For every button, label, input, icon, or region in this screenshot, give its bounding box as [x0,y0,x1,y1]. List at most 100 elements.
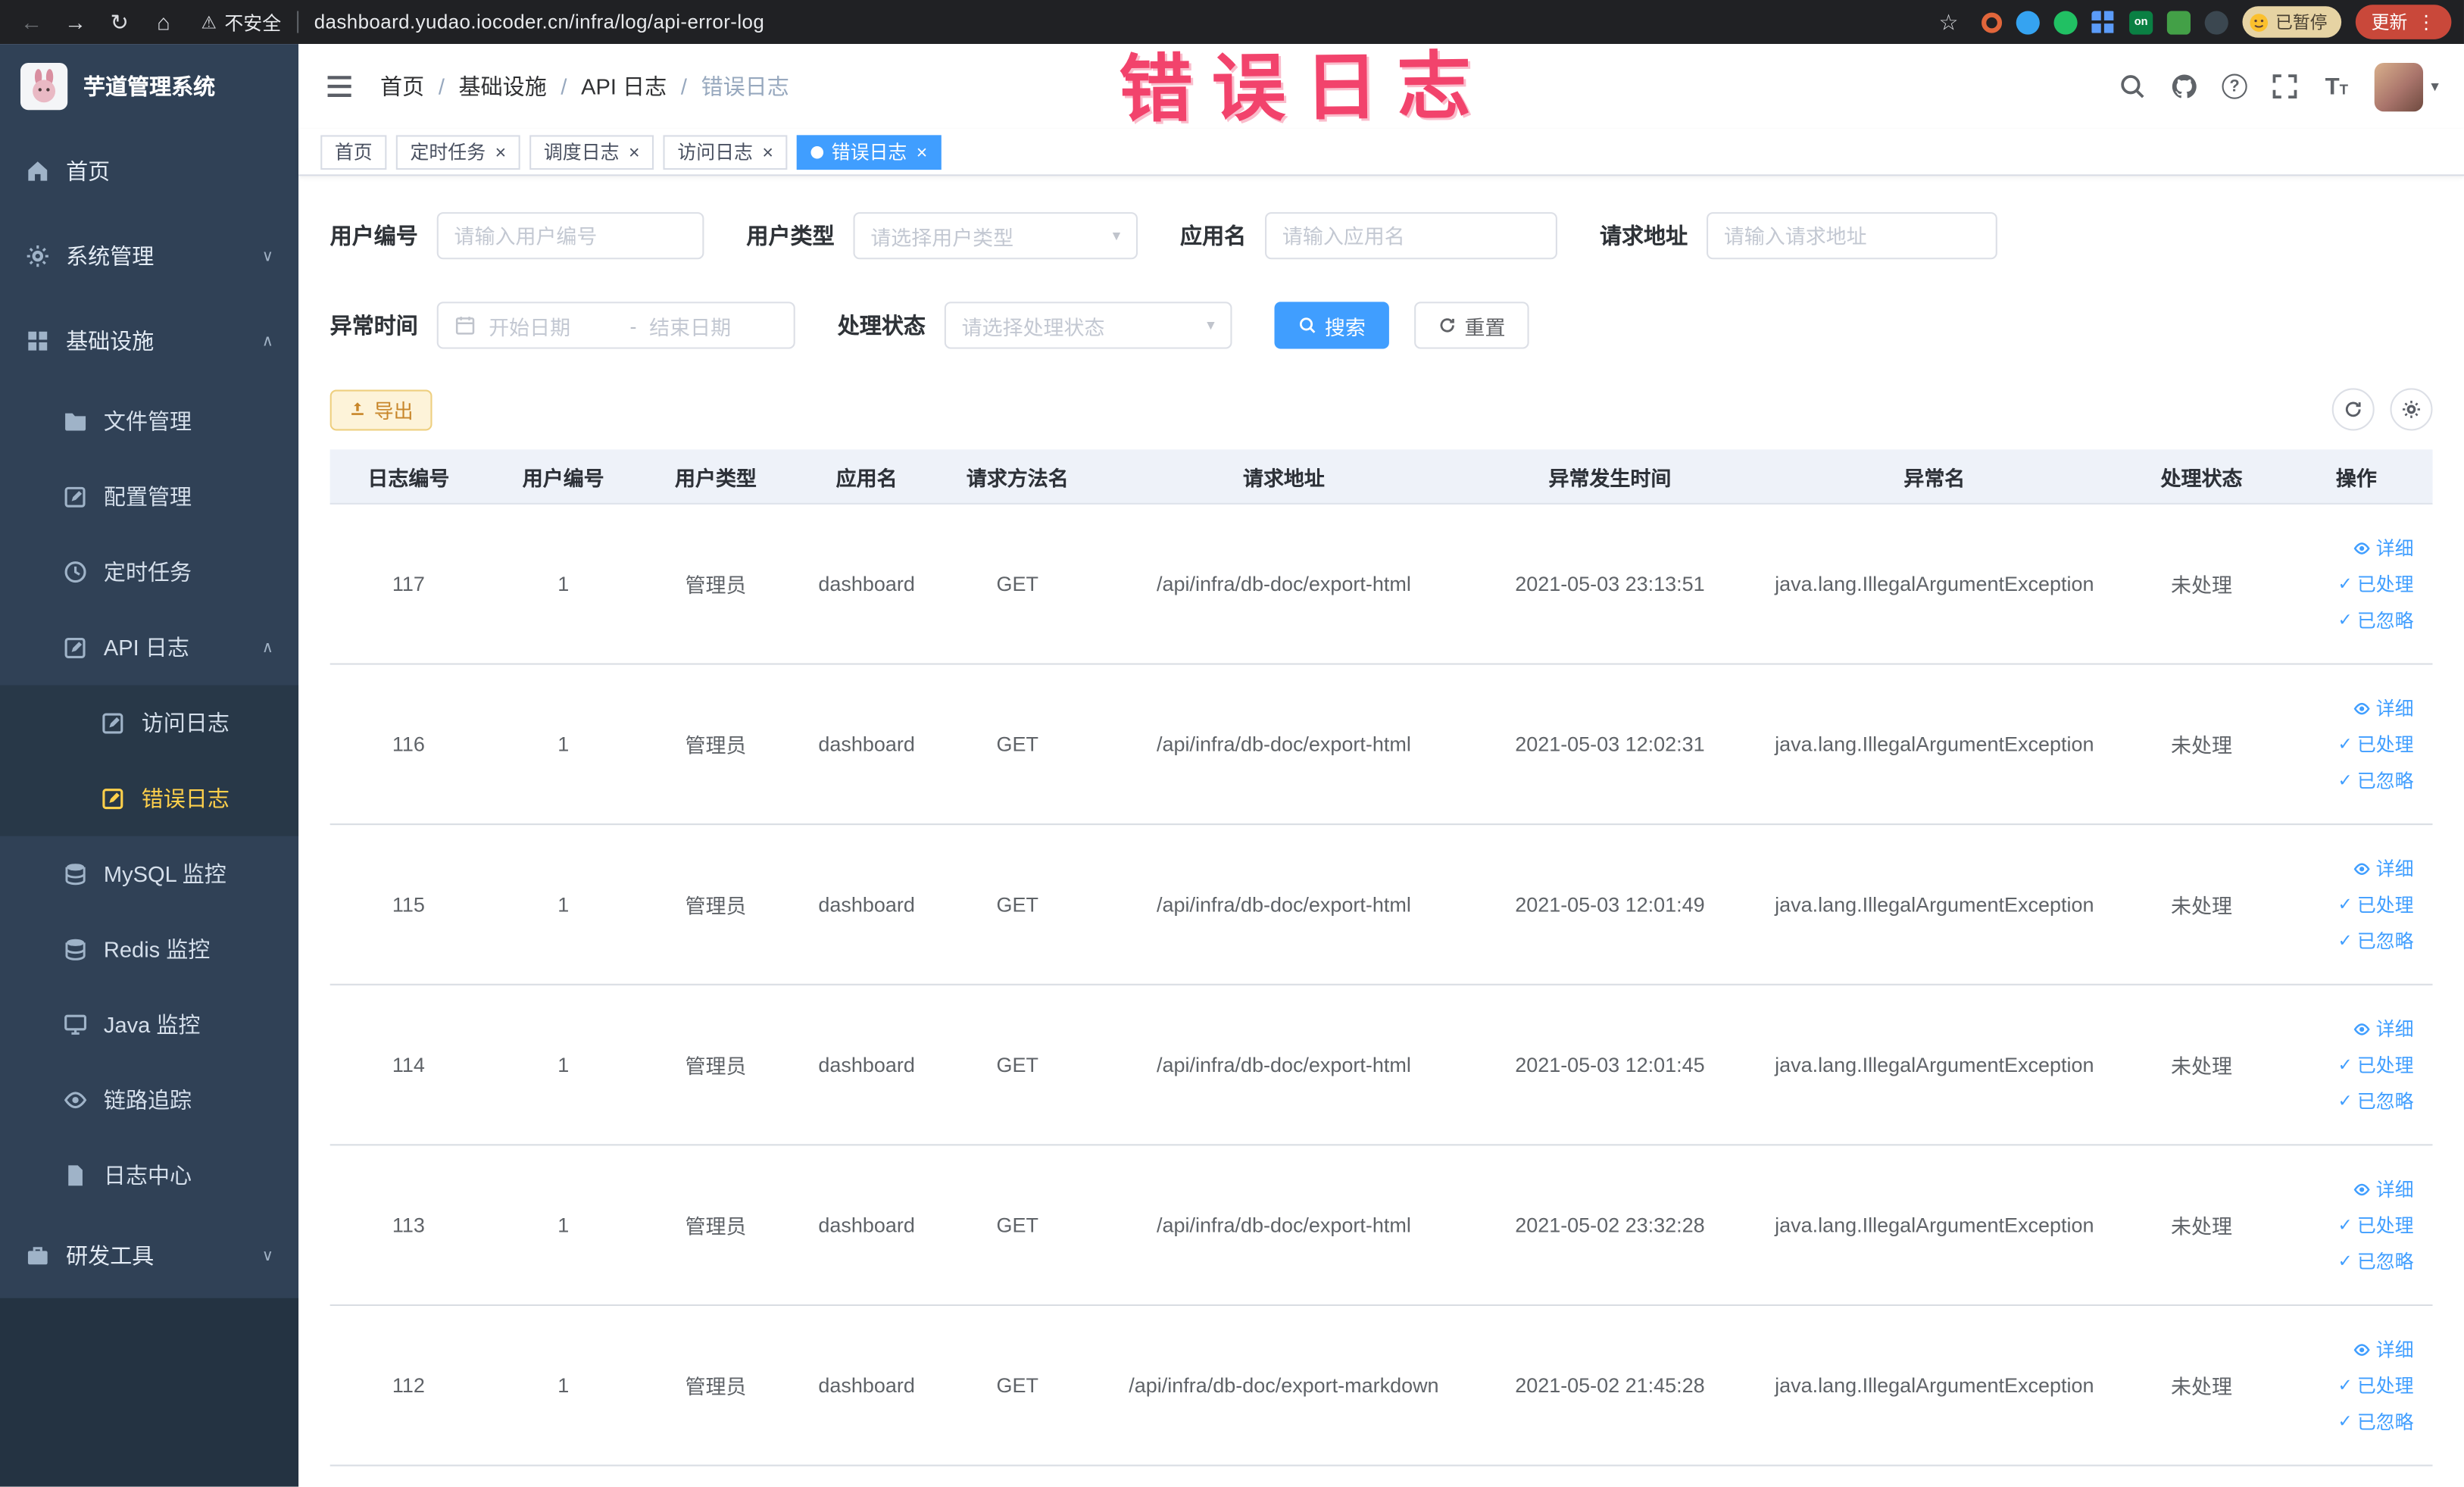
user-id-input[interactable] [436,212,704,260]
mark-ignored-link[interactable]: ✓ 已忽略 [2338,1248,2414,1274]
mark-ignored-link[interactable]: ✓ 已忽略 [2338,1088,2414,1114]
user-menu[interactable]: ▾ [2374,61,2439,111]
rabbit-logo-icon [20,62,68,111]
briefcase-icon [25,1243,50,1268]
tab-error-log[interactable]: 错误日志 × [797,134,942,170]
eye-icon [2353,859,2372,878]
sidebar-item-file-management[interactable]: 文件管理 [0,383,298,459]
sidebar-item-redis-monitor[interactable]: Redis 监控 [0,911,298,987]
column-header: 请求地址 [1242,466,1325,490]
sidebar-item-system-management[interactable]: 系统管理 ∨ [0,214,298,298]
extension-blue-drop-icon[interactable] [2016,10,2040,34]
reset-button[interactable]: 重置 [1414,301,1529,349]
sidebar-item-error-log[interactable]: 错误日志 [0,761,299,836]
chevron-up-icon: ∧ [261,639,273,657]
browser-update-button[interactable]: 更新 ⋮ [2355,5,2452,39]
font-size-icon[interactable] [2322,72,2350,100]
cell-exception: java.lang.IllegalArgumentException [1775,1052,2094,1077]
close-icon[interactable]: × [629,142,640,161]
help-icon[interactable] [2222,73,2247,99]
mark-ignored-link[interactable]: ✓ 已忽略 [2338,1408,2414,1435]
browser-menu-icon[interactable]: ⋮ [2417,11,2436,33]
detail-link[interactable]: 详细 [2353,534,2414,561]
extension-green-circle-icon[interactable] [2053,10,2078,34]
search-button[interactable]: 搜索 [1274,301,1389,349]
browser-home-icon[interactable]: ⌂ [145,3,183,41]
breadcrumb-item[interactable]: 基础设施 [459,70,547,102]
sidebar-item-api-logs[interactable]: API 日志 ∧ [0,610,298,686]
detail-link[interactable]: 详细 [2353,1015,2414,1042]
search-icon[interactable] [2118,72,2146,100]
paused-extension-badge[interactable]: 已暂停 [2242,6,2342,38]
mark-processed-link[interactable]: ✓ 已处理 [2338,731,2414,758]
detail-link[interactable]: 详细 [2353,1335,2414,1362]
tab-scheduled-tasks[interactable]: 定时任务 × [395,134,520,170]
security-warning-icon: ⚠ [201,13,217,33]
sidebar-item-infrastructure[interactable]: 基础设施 ∧ [0,298,298,383]
mark-ignored-link[interactable]: ✓ 已忽略 [2338,927,2414,954]
app-name-input[interactable] [1265,212,1557,260]
sidebar-item-scheduled-tasks[interactable]: 定时任务 [0,534,298,610]
mark-processed-link[interactable]: ✓ 已处理 [2338,570,2414,597]
mark-processed-link[interactable]: ✓ 已处理 [2338,1372,2414,1398]
bookmark-star-icon[interactable]: ☆ [1930,3,1968,41]
column-header: 应用名 [835,466,898,490]
sidebar-item-access-log[interactable]: 访问日志 [0,685,299,761]
extension-blue-grid-icon[interactable] [2091,10,2116,34]
mark-processed-link[interactable]: ✓ 已处理 [2338,891,2414,917]
process-status-select[interactable]: 请选择处理状态 ▾ [944,301,1232,349]
request-url-input[interactable] [1707,212,1997,260]
sidebar-item-config-management[interactable]: 配置管理 [0,459,298,535]
check-icon: ✓ [2338,1216,2353,1236]
mark-ignored-link[interactable]: ✓ 已忽略 [2338,607,2414,633]
sidebar-item-home[interactable]: 首页 [0,129,298,214]
update-label: 更新 [2371,14,2408,33]
sidebar-item-log-center[interactable]: 日志中心 [0,1138,298,1214]
github-icon[interactable] [2170,72,2198,100]
cell-actions: 详细 ✓ 已处理 ✓ 已忽略 [2280,695,2432,794]
close-icon[interactable]: × [762,142,773,161]
mark-ignored-link[interactable]: ✓ 已忽略 [2338,767,2414,793]
export-button[interactable]: 导出 [329,389,433,430]
exception-time-range-picker[interactable]: 开始日期 - 结束日期 [436,301,795,349]
close-icon[interactable]: × [917,142,928,161]
detail-link[interactable]: 详细 [2353,855,2414,882]
cell-user_id: 1 [557,1052,570,1077]
extension-dark-icon[interactable] [2204,10,2228,34]
sidebar-item-java-monitor[interactable]: Java 监控 [0,987,298,1063]
mark-processed-link[interactable]: ✓ 已处理 [2338,1051,2414,1078]
sidebar-item-dev-tools[interactable]: 研发工具 ∨ [0,1214,298,1298]
breadcrumb-item[interactable]: API 日志 [581,70,667,102]
detail-link[interactable]: 详细 [2353,1176,2414,1202]
sidebar-item-mysql-monitor[interactable]: MySQL 监控 [0,836,298,912]
refresh-table-button[interactable] [2331,388,2375,431]
browser-forward-icon[interactable]: → [57,3,95,41]
address-bar[interactable]: ⚠ 不安全 dashboard.yudao.iocoder.cn/infra/l… [201,8,765,35]
browser-back-icon[interactable]: ← [13,3,51,41]
browser-refresh-icon[interactable]: ↻ [101,3,139,41]
fullscreen-icon[interactable] [2271,72,2299,100]
tab-schedule-log[interactable]: 调度日志 × [529,134,654,170]
table-row: 112 1 管理员 dashboard GET/api/infra/db-doc/exp… [329,1306,2433,1467]
extension-orange-ring-icon[interactable] [1982,11,2003,33]
column-settings-button[interactable] [2390,388,2433,431]
detail-link[interactable]: 详细 [2353,695,2414,721]
extension-on-badge-icon[interactable]: on [2129,10,2153,34]
sidebar-item-label: MySQL 监控 [103,861,226,887]
mark-processed-link[interactable]: ✓ 已处理 [2338,1212,2414,1239]
hamburger-icon[interactable] [323,70,354,102]
user-type-select[interactable]: 请选择用户类型 ▾ [853,212,1138,260]
sidebar-item-label: API 日志 [103,635,189,661]
app-logo[interactable]: 芋道管理系统 [0,44,298,129]
cell-url: /api/infra/db-doc/export-html [1157,732,1411,756]
tab-access-log[interactable]: 访问日志 × [663,134,788,170]
emoji-face-icon [2250,13,2269,31]
close-icon[interactable]: × [495,142,507,161]
cell-method: GET [996,732,1039,756]
sidebar-item-label: 定时任务 [103,559,192,585]
check-icon: ✓ [2338,1413,2353,1432]
sidebar-item-trace[interactable]: 链路追踪 [0,1062,298,1138]
tab-home[interactable]: 首页 [320,134,387,170]
breadcrumb-item[interactable]: 首页 [380,70,424,102]
extension-leaf-icon[interactable] [2166,10,2191,34]
